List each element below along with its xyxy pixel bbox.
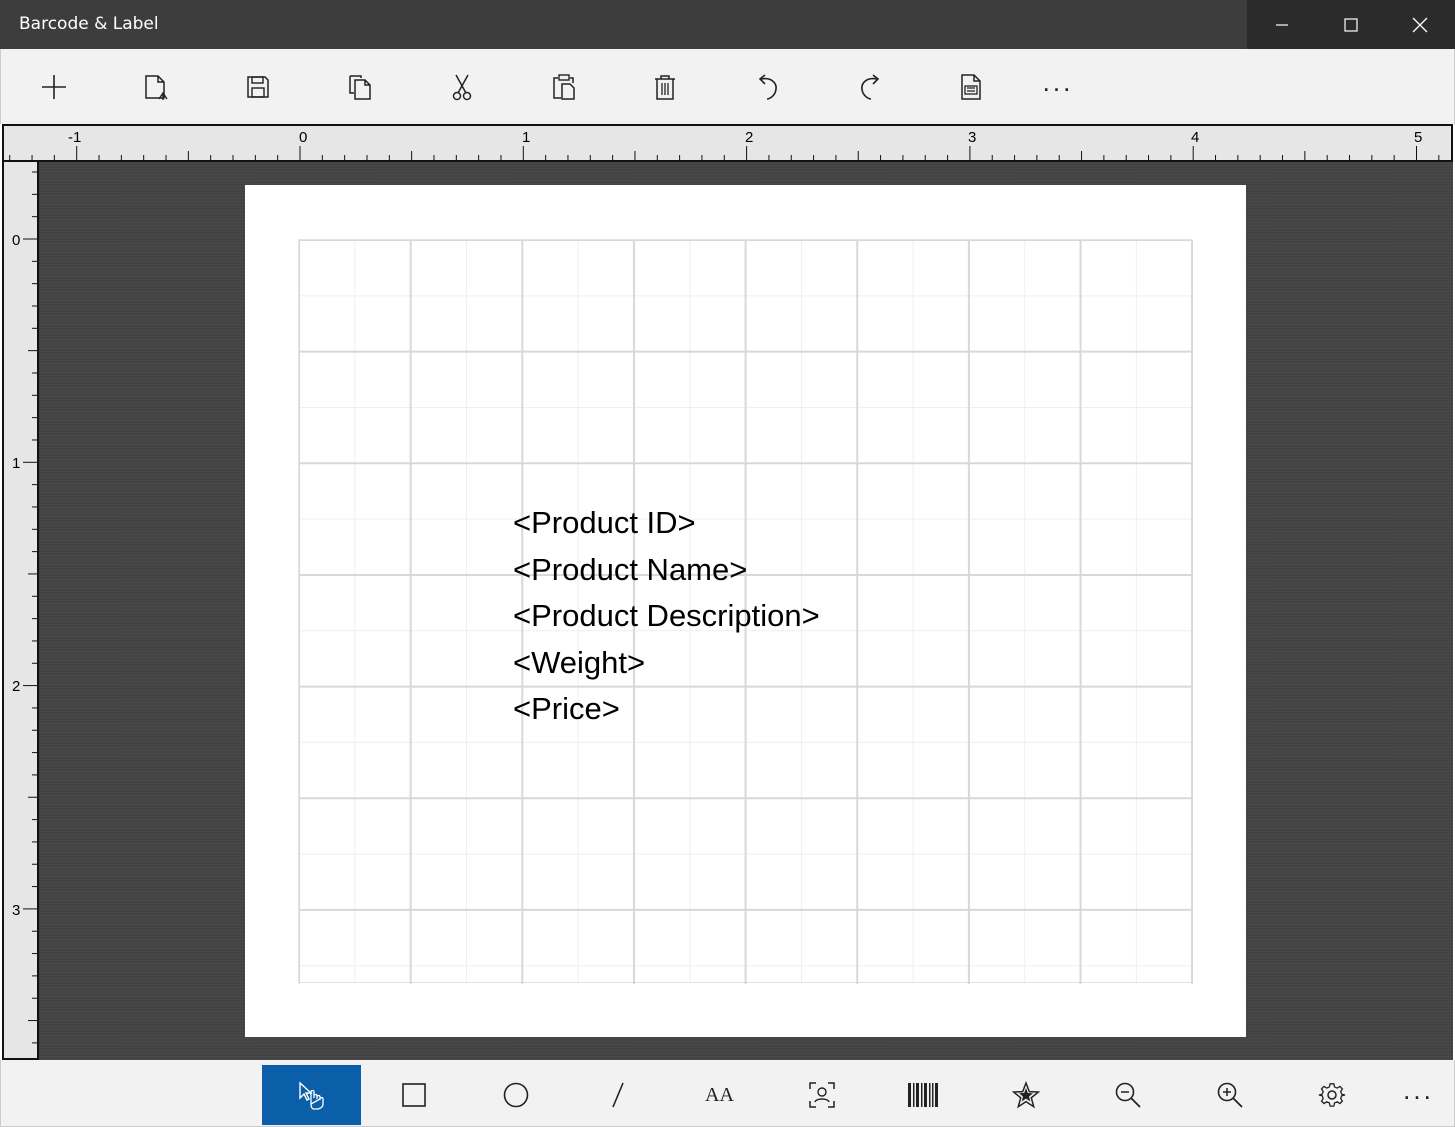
ruler-label: 3 (968, 129, 977, 146)
minimize-button[interactable] (1247, 0, 1316, 49)
more-tools-button[interactable]: ... (1369, 1065, 1455, 1125)
print-button[interactable] (951, 67, 991, 107)
undo-icon (758, 74, 777, 100)
scissors-icon (452, 74, 472, 101)
ruler-label: 0 (12, 232, 21, 249)
barcode-icon (907, 1083, 938, 1107)
paste-button[interactable] (544, 67, 584, 107)
plus-icon (42, 75, 66, 99)
zoom-in-button[interactable] (1180, 1065, 1279, 1125)
ruler-label: 5 (1414, 129, 1423, 146)
ruler-label: 1 (522, 129, 531, 146)
new-button[interactable] (34, 67, 74, 107)
maximize-icon (1343, 17, 1358, 32)
rectangle-icon (401, 1083, 426, 1107)
save-button[interactable] (238, 67, 278, 107)
vertical-ruler: 0 1 2 3 (2, 162, 39, 1060)
ruler-label: 3 (12, 902, 21, 919)
more-icon: ... (1042, 66, 1074, 97)
cut-button[interactable] (442, 67, 482, 107)
field-price[interactable]: <Price> (513, 686, 820, 733)
text-size-icon: AA (705, 1083, 734, 1106)
redo-button[interactable] (850, 67, 890, 107)
field-product-description[interactable]: <Product Description> (513, 593, 820, 640)
copy-icon (349, 75, 371, 100)
ellipse-tool[interactable] (466, 1065, 565, 1125)
pointer-hand-icon (298, 1081, 324, 1110)
ruler-label: -1 (68, 129, 82, 146)
zoom-out-icon (1115, 1082, 1141, 1108)
zoom-out-button[interactable] (1078, 1065, 1177, 1125)
circle-icon (503, 1082, 528, 1108)
image-tool[interactable] (772, 1065, 871, 1125)
field-product-id[interactable]: <Product ID> (513, 500, 820, 547)
redo-icon (861, 74, 880, 100)
save-icon (247, 76, 269, 98)
more-button[interactable]: ... (1038, 67, 1078, 107)
maximize-button[interactable] (1316, 0, 1385, 49)
print-document-icon (961, 74, 981, 100)
ruler-label: 4 (1191, 129, 1200, 146)
rectangle-tool[interactable] (364, 1065, 463, 1125)
close-button[interactable] (1385, 0, 1455, 49)
horizontal-ruler: -1 0 1 2 3 4 5 (2, 124, 1453, 162)
settings-button[interactable] (1282, 1065, 1381, 1125)
ruler-label: 2 (745, 129, 754, 146)
window-title: Barcode & Label (19, 14, 159, 34)
text-tool[interactable]: AA (670, 1065, 769, 1125)
shape-tool[interactable] (976, 1065, 1075, 1125)
ruler-label: 0 (299, 129, 308, 146)
more-icon: ... (1403, 1074, 1434, 1105)
label-text-block[interactable]: <Product ID> <Product Name> <Product Des… (513, 500, 820, 733)
zoom-in-icon (1217, 1082, 1243, 1108)
trash-icon (655, 75, 675, 100)
line-tool[interactable] (568, 1065, 667, 1125)
close-icon (1412, 17, 1428, 32)
copy-button[interactable] (340, 67, 380, 107)
tools-toolbar: AA ... (0, 1060, 1455, 1127)
barcode-tool[interactable] (873, 1065, 972, 1125)
ruler-label: 1 (12, 455, 21, 472)
field-weight[interactable]: <Weight> (513, 640, 820, 687)
clipboard-icon (553, 74, 575, 100)
ruler-label: 2 (12, 678, 21, 695)
minimize-icon (1275, 23, 1288, 26)
undo-button[interactable] (748, 67, 788, 107)
command-toolbar: ... (0, 49, 1455, 124)
field-product-name[interactable]: <Product Name> (513, 547, 820, 594)
title-bar: Barcode & Label (0, 0, 1455, 49)
line-icon (611, 1082, 624, 1108)
open-button[interactable] (136, 67, 176, 107)
image-scan-icon (808, 1082, 835, 1108)
select-tool[interactable] (262, 1065, 361, 1125)
delete-button[interactable] (645, 67, 685, 107)
star-icon (1011, 1081, 1040, 1109)
open-file-icon (145, 75, 168, 100)
gear-icon (1318, 1083, 1345, 1107)
